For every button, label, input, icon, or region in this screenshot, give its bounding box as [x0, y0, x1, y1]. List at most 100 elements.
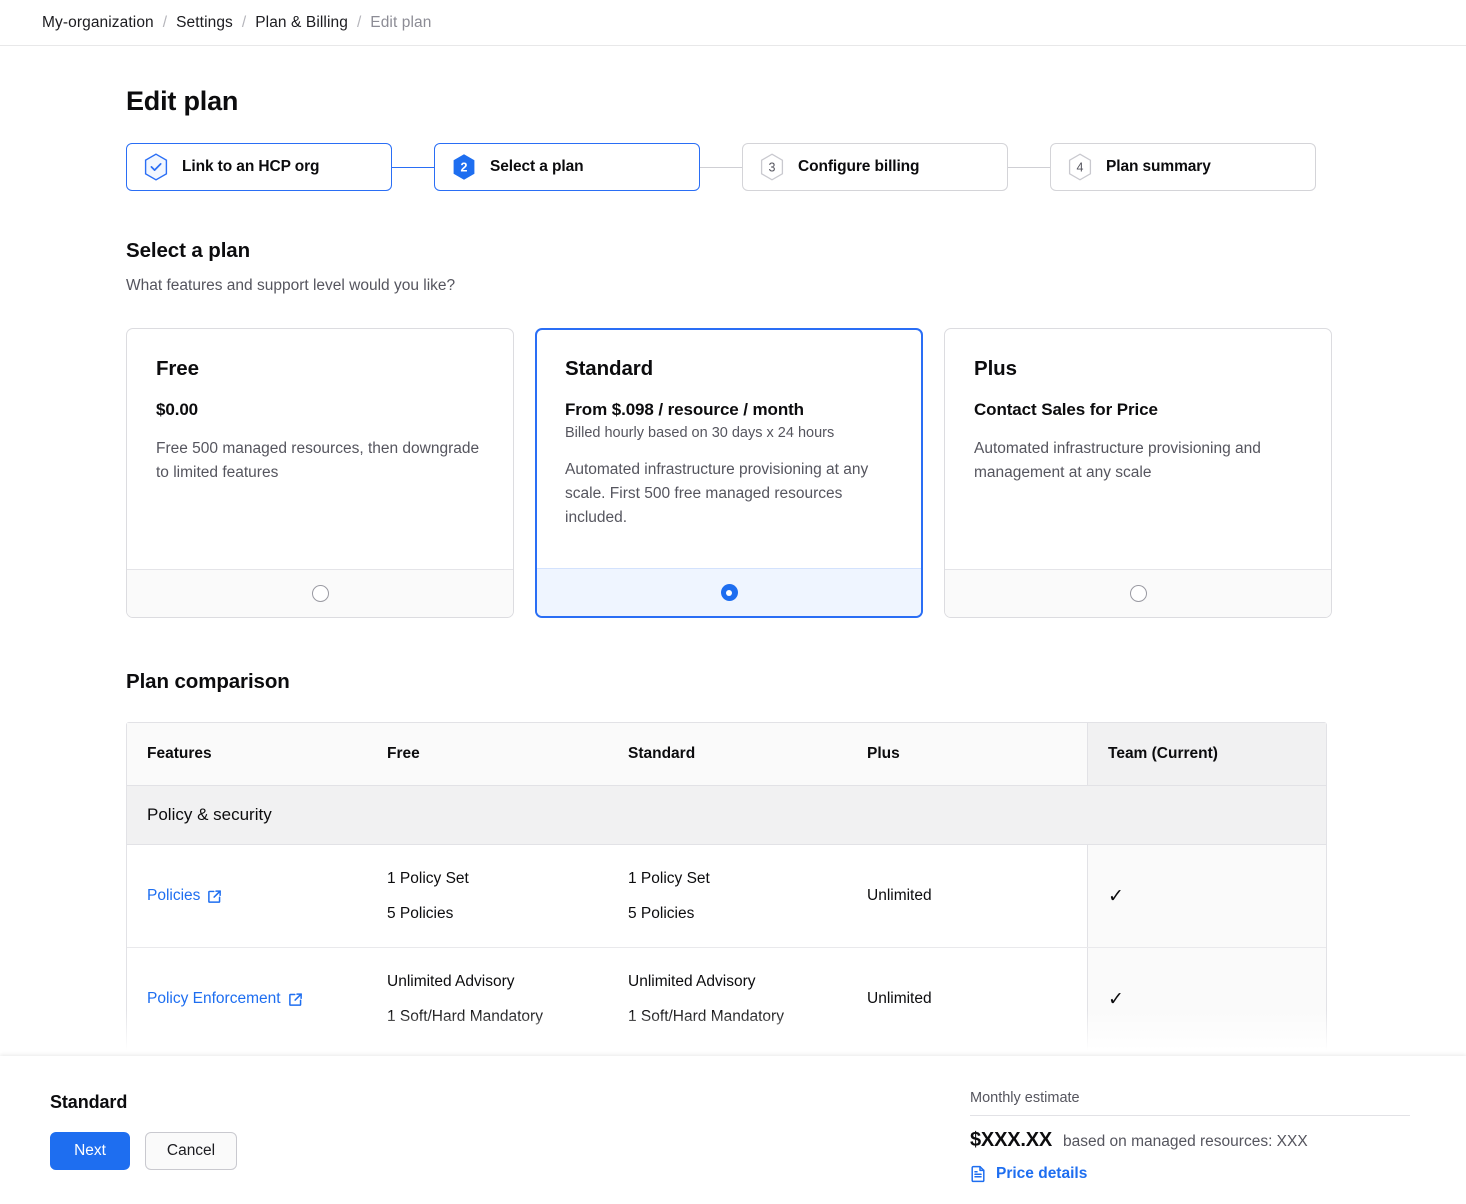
- next-button[interactable]: Next: [50, 1132, 130, 1170]
- feature-link-policies[interactable]: Policies: [147, 887, 355, 905]
- number-hexagon-icon: 4: [1067, 153, 1093, 181]
- check-icon: ✓: [1108, 988, 1124, 1010]
- stepper-step-plan-summary[interactable]: 4 Plan summary: [1050, 143, 1316, 191]
- table-header-features: Features: [147, 745, 212, 762]
- check-hexagon-icon: [143, 153, 169, 181]
- select-plan-heading: Select a plan: [126, 239, 251, 262]
- cell-line: 1 Policy Set: [387, 870, 469, 887]
- stepper-connector: [1008, 166, 1050, 168]
- plan-card-name: Free: [156, 357, 199, 380]
- stepper-step-label: Plan summary: [1106, 158, 1211, 175]
- breadcrumb-separator: /: [241, 13, 247, 31]
- table-header-free: Free: [387, 745, 420, 762]
- breadcrumb-item-plan-billing[interactable]: Plan & Billing: [255, 14, 348, 32]
- cell-line: 1 Soft/Hard Mandatory: [387, 1007, 543, 1025]
- stepper-step-select-a-plan[interactable]: 2 Select a plan: [434, 143, 700, 191]
- estimate-amount-row: $XXX.XX based on managed resources: XXX: [970, 1129, 1410, 1152]
- table-row: Policies 1 Policy Set 5 Policies 1 Polic…: [127, 845, 1326, 949]
- table-cell-team: ✓: [1087, 845, 1326, 948]
- feature-link-policy-enforcement[interactable]: Policy Enforcement: [147, 990, 355, 1008]
- plan-card-description: Automated infrastructure provisioning at…: [565, 461, 869, 527]
- plan-card-list: Free $0.00 Free 500 managed resources, t…: [126, 328, 1466, 618]
- plan-card-free[interactable]: Free $0.00 Free 500 managed resources, t…: [126, 328, 514, 618]
- table-cell-standard: Unlimited Advisory 1 Soft/Hard Mandatory: [608, 948, 847, 1050]
- stepper-step-link-hcp-org[interactable]: Link to an HCP org: [126, 143, 392, 191]
- plan-card-description: Free 500 managed resources, then downgra…: [156, 440, 480, 482]
- stepper-connector: [392, 166, 434, 168]
- plan-card-standard[interactable]: Standard From $.098 / resource / month B…: [535, 328, 923, 618]
- plan-card-body: Plus Contact Sales for Price Automated i…: [945, 329, 1331, 569]
- feature-link-label: Policy Enforcement: [147, 990, 281, 1008]
- svg-text:4: 4: [1077, 160, 1084, 174]
- number-hexagon-icon: 3: [759, 153, 785, 181]
- estimate-amount: $XXX.XX: [970, 1129, 1052, 1151]
- table-cell-free: Unlimited Advisory 1 Soft/Hard Mandatory: [367, 948, 608, 1050]
- cell-line: Unlimited: [867, 887, 932, 905]
- plan-card-name: Standard: [565, 357, 654, 380]
- table-cell-feature: Policy Enforcement: [127, 948, 367, 1050]
- breadcrumb-separator: /: [356, 13, 362, 31]
- breadcrumb-item-settings[interactable]: Settings: [176, 14, 233, 32]
- stepper-step-configure-billing[interactable]: 3 Configure billing: [742, 143, 1008, 191]
- stepper-connector: [700, 166, 742, 168]
- external-link-icon: [288, 992, 303, 1007]
- table-header-row: Features Free Standard Plus Team (Curren…: [127, 723, 1326, 786]
- cell-line: Unlimited Advisory: [628, 973, 756, 991]
- plan-radio-standard[interactable]: [720, 584, 738, 601]
- plan-card-name: Plus: [974, 357, 1017, 380]
- table-section-label: Policy & security: [127, 786, 1326, 845]
- cell-line: 5 Policies: [628, 904, 695, 922]
- bottom-bar-left: Standard Next Cancel: [0, 1056, 237, 1170]
- table-cell-standard: 1 Policy Set 5 Policies: [608, 845, 847, 947]
- plan-card-description: Automated infrastructure provisioning an…: [974, 440, 1261, 482]
- monthly-estimate-panel: Monthly estimate $XXX.XX based on manage…: [970, 1056, 1466, 1188]
- bottom-action-bar: Standard Next Cancel Monthly estimate $X…: [0, 1056, 1466, 1204]
- cell-line: Unlimited: [867, 990, 932, 1008]
- bottom-bar-buttons: Next Cancel: [50, 1132, 237, 1170]
- table-header-plus: Plus: [867, 745, 900, 762]
- plan-card-footer[interactable]: [537, 568, 921, 616]
- stepper-step-label: Select a plan: [490, 158, 584, 175]
- plan-card-billing-note: Billed hourly based on 30 days x 24 hour…: [565, 425, 835, 441]
- breadcrumb-separator: /: [162, 13, 168, 31]
- table-cell-feature: Policies: [127, 845, 367, 947]
- plan-card-plus[interactable]: Plus Contact Sales for Price Automated i…: [944, 328, 1332, 618]
- cell-line: 1 Soft/Hard Mandatory: [628, 1007, 784, 1025]
- plan-radio-free[interactable]: [311, 585, 329, 602]
- stepper-step-label: Configure billing: [798, 158, 920, 175]
- table-row: Policy Enforcement Unlimited Advisory 1 …: [127, 948, 1326, 1052]
- table-cell-free: 1 Policy Set 5 Policies: [367, 845, 608, 947]
- price-details-link[interactable]: Price details: [970, 1165, 1087, 1183]
- breadcrumb-item-org[interactable]: My-organization: [42, 14, 154, 32]
- table-cell-plus: Unlimited: [847, 845, 1087, 947]
- cell-line: 5 Policies: [387, 904, 454, 922]
- stepper: Link to an HCP org 2 Select a plan 3 Con…: [126, 143, 1466, 191]
- breadcrumb-item-edit-plan: Edit plan: [370, 13, 432, 31]
- check-icon: ✓: [1108, 885, 1124, 907]
- plan-radio-plus[interactable]: [1129, 585, 1147, 602]
- plan-card-footer[interactable]: [945, 569, 1331, 617]
- number-hexagon-icon: 2: [451, 153, 477, 181]
- monthly-estimate-label: Monthly estimate: [970, 1090, 1080, 1106]
- table-section-row: Policy & security: [127, 786, 1326, 845]
- selected-plan-label: Standard: [50, 1092, 128, 1112]
- plan-card-price: $0.00: [156, 400, 199, 419]
- estimate-divider: [970, 1115, 1410, 1116]
- plan-comparison-heading: Plan comparison: [126, 670, 290, 693]
- cancel-button[interactable]: Cancel: [145, 1132, 237, 1170]
- table-header-team: Team (Current): [1087, 723, 1326, 785]
- page-content: Edit plan Link to an HCP org 2 Select a …: [0, 86, 1466, 1120]
- plan-card-footer[interactable]: [127, 569, 513, 617]
- cell-line: Unlimited Advisory: [387, 973, 515, 991]
- table-header-standard: Standard: [628, 745, 696, 762]
- cell-line: 1 Policy Set: [628, 870, 710, 887]
- table-cell-plus: Unlimited: [847, 948, 1087, 1050]
- table-cell-team: ✓: [1087, 948, 1326, 1051]
- plan-card-price: Contact Sales for Price: [974, 400, 1158, 419]
- svg-text:2: 2: [461, 160, 468, 174]
- svg-text:3: 3: [769, 160, 776, 174]
- plan-card-body: Standard From $.098 / resource / month B…: [537, 330, 921, 568]
- estimate-basis: based on managed resources: XXX: [1062, 1133, 1308, 1150]
- external-link-icon: [207, 889, 222, 904]
- breadcrumb: My-organization / Settings / Plan & Bill…: [0, 0, 1466, 46]
